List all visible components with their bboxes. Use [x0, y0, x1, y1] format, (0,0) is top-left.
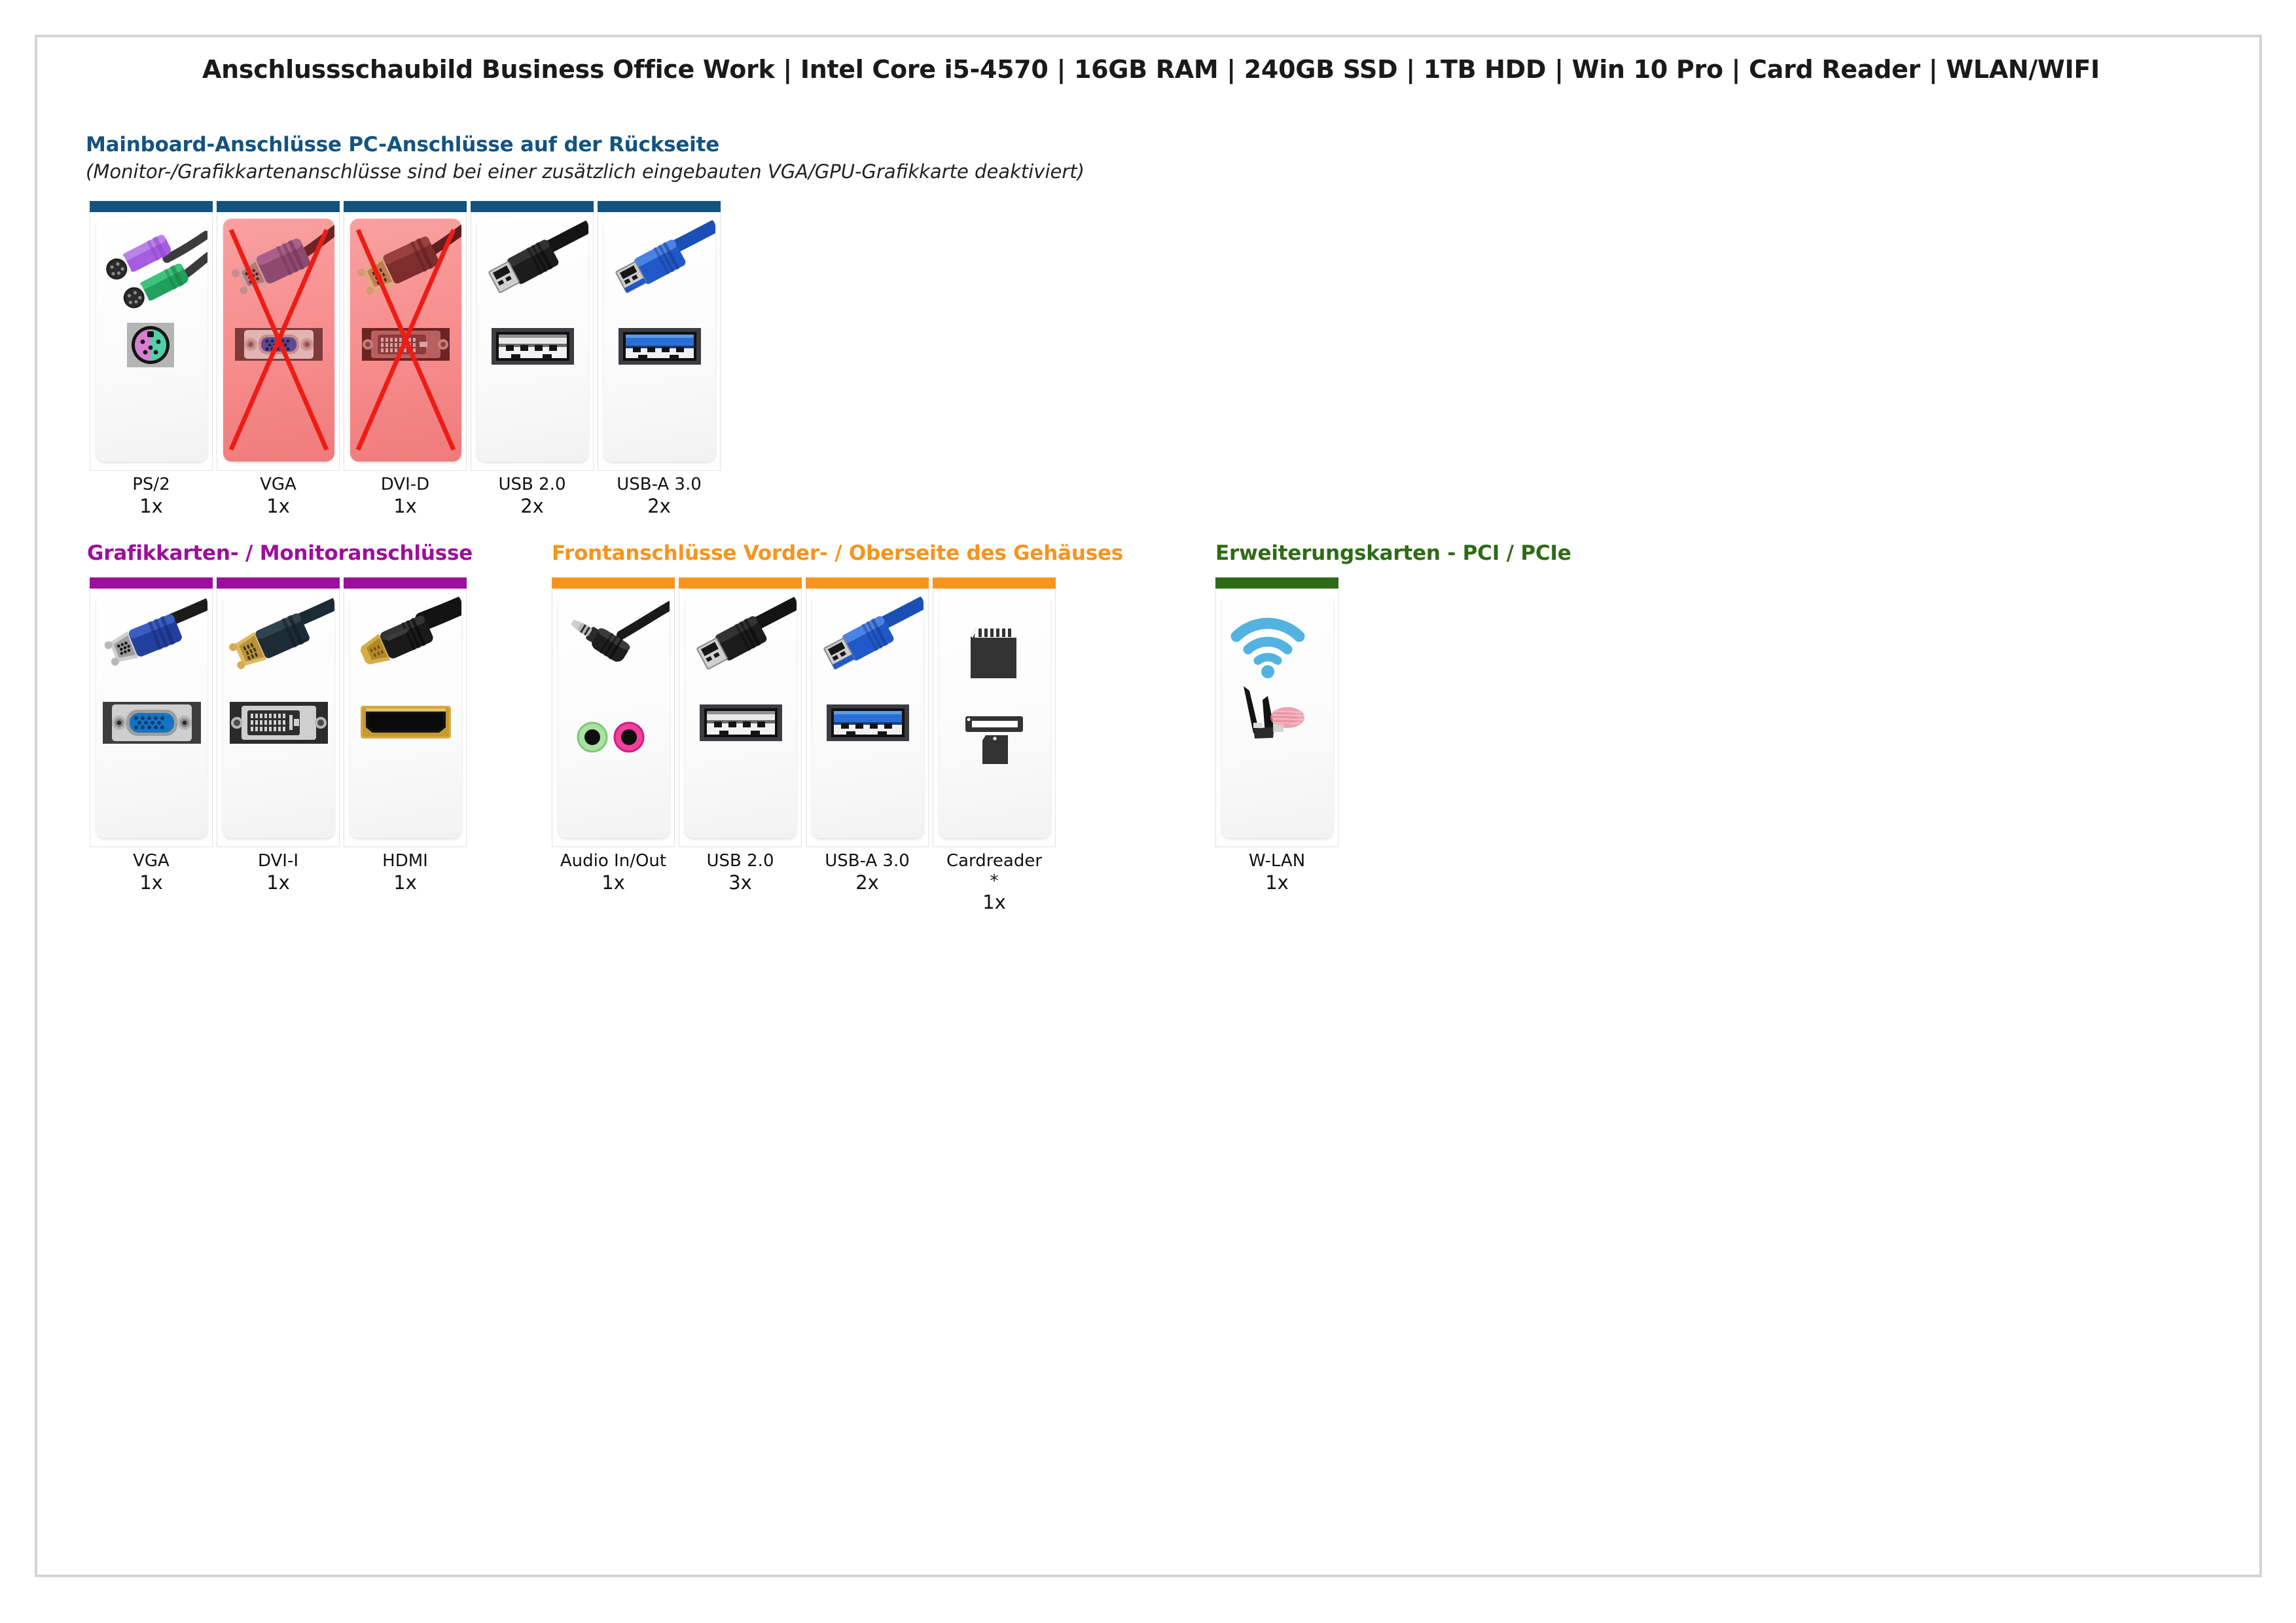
- port-count: 1x: [139, 871, 163, 894]
- port-label: VGA: [260, 475, 296, 494]
- port-caption-rear-2: VGA 1x: [217, 475, 340, 517]
- dvid-connector-icon: [350, 218, 461, 462]
- port-card-rear-5: [598, 201, 721, 471]
- card-accent-bar: [679, 577, 802, 589]
- dvii-connector-icon: [223, 594, 334, 838]
- port-label: USB 2.0: [706, 851, 774, 871]
- port-count: 1x: [982, 891, 1006, 914]
- port-label: USB-A 3.0: [825, 851, 910, 871]
- port-caption-front-4: Cardreader * 1x: [933, 851, 1056, 914]
- port-caption-front-2: USB 2.0 3x: [679, 851, 802, 894]
- port-card-front-4: [933, 577, 1056, 847]
- port-label: PS/2: [132, 475, 170, 494]
- port-caption-front-1: Audio In/Out 1x: [552, 851, 675, 894]
- card-accent-bar: [90, 577, 213, 589]
- connection-diagram-page: Anschlussschaubild Business Office Work …: [35, 35, 2262, 1577]
- cardreader-icon: [939, 594, 1050, 838]
- port-count: 1x: [139, 494, 163, 517]
- port-card-rear-1: [90, 201, 213, 471]
- hdmi-connector-icon: [350, 594, 461, 838]
- wlan-antenna-icon: [1222, 594, 1333, 838]
- card-accent-bar: [552, 577, 675, 589]
- card-accent-bar: [598, 201, 721, 212]
- port-caption-front-3: USB-A 3.0 2x: [806, 851, 929, 894]
- audio-jack-icon: [558, 594, 670, 838]
- port-caption-gpu-1: VGA 1x: [90, 851, 213, 894]
- section-heading-gpu: Grafikkarten- / Monitoranschlüsse: [87, 541, 473, 565]
- card-accent-bar: [471, 201, 594, 212]
- usb2-connector-icon: [685, 594, 797, 838]
- port-count: 2x: [520, 494, 544, 517]
- port-count: 1x: [266, 494, 290, 517]
- port-count: 3x: [728, 871, 752, 894]
- port-card-pci-1: [1215, 577, 1338, 847]
- port-caption-rear-1: PS/2 1x: [90, 475, 213, 517]
- ps2-connector-icon: [96, 218, 207, 462]
- port-card-front-1: [552, 577, 675, 847]
- port-label: W-LAN: [1248, 851, 1306, 871]
- port-caption-gpu-3: HDMI 1x: [344, 851, 467, 894]
- usb2-connector-icon: [477, 218, 588, 462]
- card-accent-bar: [344, 201, 467, 212]
- vga-blue-connector-icon: [96, 594, 207, 838]
- port-count: 1x: [266, 871, 290, 894]
- section-heading-front: Frontanschlüsse Vorder- / Oberseite des …: [552, 541, 1124, 565]
- port-label: Audio In/Out: [560, 851, 667, 871]
- port-caption-rear-3: DVI-D 1x: [344, 475, 467, 517]
- port-count: 2x: [855, 871, 879, 894]
- card-accent-bar: [90, 201, 213, 212]
- port-caption-gpu-2: DVI-I 1x: [217, 851, 340, 894]
- port-count: 1x: [393, 494, 417, 517]
- port-count: 2x: [647, 494, 671, 517]
- port-card-rear-3: [344, 201, 467, 471]
- card-accent-bar: [217, 577, 340, 589]
- card-accent-bar: [933, 577, 1056, 589]
- port-card-front-2: [679, 577, 802, 847]
- port-card-rear-2: [217, 201, 340, 471]
- card-accent-bar: [217, 201, 340, 212]
- usb3-connector-icon: [812, 594, 924, 838]
- port-label: VGA: [133, 851, 170, 871]
- port-card-gpu-1: [90, 577, 213, 847]
- port-caption-rear-4: USB 2.0 2x: [471, 475, 594, 517]
- port-card-rear-4: [471, 201, 594, 471]
- port-label: DVI-I: [257, 851, 299, 871]
- card-accent-bar: [344, 577, 467, 589]
- card-accent-bar: [1215, 577, 1338, 589]
- port-card-gpu-3: [344, 577, 467, 847]
- card-accent-bar: [806, 577, 929, 589]
- port-label: USB-A 3.0: [617, 475, 702, 494]
- section-subheading-rear: (Monitor-/Grafikkartenanschlüsse sind be…: [86, 160, 1085, 183]
- port-count: 1x: [1265, 871, 1289, 894]
- section-heading-pci: Erweiterungskarten - PCI / PCIe: [1215, 541, 1571, 565]
- usb3-connector-icon: [604, 218, 715, 462]
- port-caption-pci-1: W-LAN 1x: [1215, 851, 1338, 894]
- port-count: 1x: [393, 871, 417, 894]
- vga-connector-icon: [223, 218, 334, 462]
- page-title: Anschlussschaubild Business Office Work …: [202, 55, 2100, 84]
- port-label: DVI-D: [380, 475, 430, 494]
- port-label: Cardreader *: [946, 851, 1043, 891]
- port-label: HDMI: [382, 851, 428, 871]
- port-caption-rear-5: USB-A 3.0 2x: [598, 475, 721, 517]
- port-card-front-3: [806, 577, 929, 847]
- port-card-gpu-2: [217, 577, 340, 847]
- port-count: 1x: [601, 871, 625, 894]
- port-label: USB 2.0: [498, 475, 566, 494]
- section-heading-rear: Mainboard-Anschlüsse PC-Anschlüsse auf d…: [86, 133, 720, 156]
